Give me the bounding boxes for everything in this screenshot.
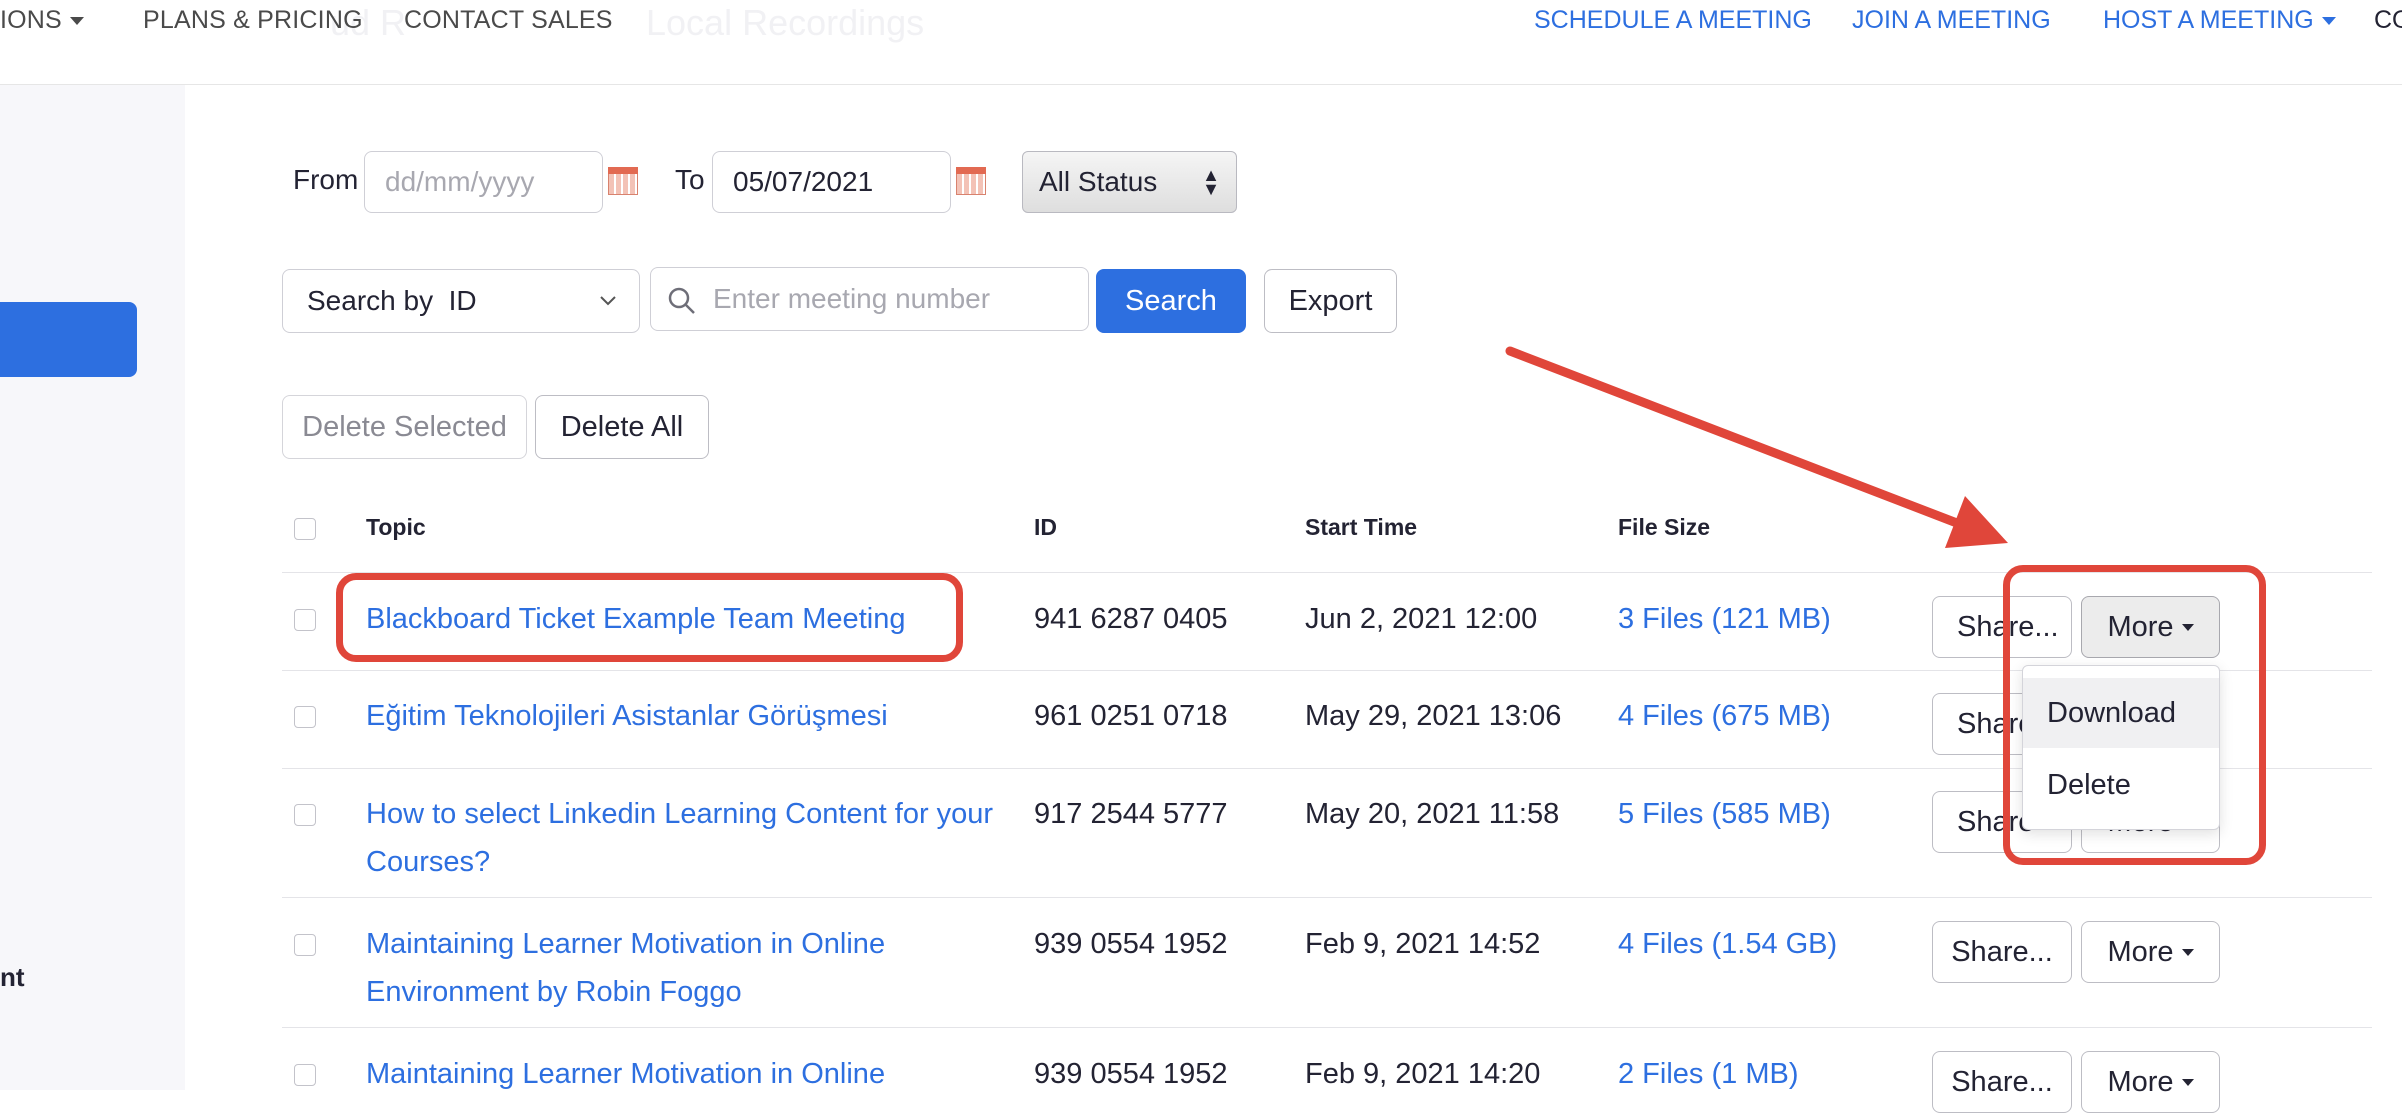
file-size-link[interactable]: 2 Files (1 MB) bbox=[1618, 1050, 1798, 1098]
annotation-arrow-icon bbox=[1505, 346, 2008, 548]
annotation-highlight-topic bbox=[336, 573, 963, 662]
calendar-icon[interactable] bbox=[608, 167, 638, 195]
row-checkbox[interactable] bbox=[294, 1064, 316, 1086]
row-checkbox[interactable] bbox=[294, 804, 316, 826]
start-time: May 20, 2021 11:58 bbox=[1305, 798, 1560, 830]
more-button[interactable]: More bbox=[2081, 921, 2220, 983]
chevron-down-icon bbox=[69, 17, 84, 26]
search-by-value: Search by ID bbox=[307, 285, 477, 316]
annotation-highlight-more-menu bbox=[2003, 565, 2266, 865]
file-size-link[interactable]: 3 Files (121 MB) bbox=[1618, 595, 1831, 643]
nav-schedule-meeting[interactable]: SCHEDULE A MEETING bbox=[1534, 6, 1812, 35]
calendar-icon[interactable] bbox=[956, 167, 986, 195]
start-time: Jun 2, 2021 12:00 bbox=[1305, 603, 1538, 635]
caret-down-icon bbox=[2181, 948, 2194, 956]
nav-join-meeting[interactable]: JOIN A MEETING bbox=[1852, 6, 2051, 35]
meeting-number-input[interactable] bbox=[705, 268, 1085, 330]
top-nav-bar: ud R Local Recordings IONS PLANS & PRICI… bbox=[0, 0, 2402, 85]
search-field[interactable] bbox=[650, 267, 1089, 331]
nav-host-meeting[interactable]: HOST A MEETING bbox=[2103, 6, 2336, 35]
share-button[interactable]: Share... bbox=[1932, 1051, 2072, 1113]
meeting-id: 941 6287 0405 bbox=[1034, 603, 1228, 635]
column-header-start-time[interactable]: Start Time bbox=[1305, 514, 1417, 541]
recording-topic-link[interactable]: Eğitim Teknolojileri Asistanlar Görüşmes… bbox=[366, 692, 888, 740]
recording-topic-link[interactable]: How to select Linkedin Learning Content … bbox=[366, 790, 993, 886]
chevron-down-icon bbox=[600, 296, 616, 306]
start-time: May 29, 2021 13:06 bbox=[1305, 700, 1562, 732]
chevron-down-icon bbox=[2321, 17, 2336, 26]
more-button-label: More bbox=[2107, 1065, 2174, 1098]
background-tab-local-recordings: Local Recordings bbox=[646, 2, 925, 43]
file-size-link[interactable]: 4 Files (1.54 GB) bbox=[1618, 920, 1837, 968]
from-date-input[interactable] bbox=[364, 151, 603, 213]
meeting-id: 961 0251 0718 bbox=[1034, 700, 1228, 732]
row-checkbox[interactable] bbox=[294, 934, 316, 956]
export-button[interactable]: Export bbox=[1264, 269, 1397, 333]
to-date-input[interactable] bbox=[712, 151, 951, 213]
file-size-link[interactable]: 5 Files (585 MB) bbox=[1618, 790, 1831, 838]
updown-arrows-icon: ▲ ▼ bbox=[1202, 165, 1220, 199]
start-time: Feb 9, 2021 14:20 bbox=[1305, 1058, 1541, 1090]
divider bbox=[282, 897, 2372, 898]
nav-host-meeting-label: HOST A MEETING bbox=[2103, 6, 2314, 34]
to-label: To bbox=[675, 164, 705, 195]
nav-edge-fragment: CO bbox=[2374, 6, 2402, 34]
meeting-id: 939 0554 1952 bbox=[1034, 928, 1228, 960]
from-label: From bbox=[293, 164, 359, 195]
topic-line: Environment by Robin Foggo bbox=[366, 976, 742, 1008]
topic-line: Maintaining Learner Motivation in Online bbox=[366, 928, 886, 960]
share-button[interactable]: Share... bbox=[1932, 921, 2072, 983]
search-by-select[interactable]: Search by ID bbox=[282, 269, 640, 333]
delete-all-button[interactable]: Delete All bbox=[535, 395, 709, 459]
meeting-id: 939 0554 1952 bbox=[1034, 1058, 1228, 1090]
nav-solutions-label: IONS bbox=[0, 6, 62, 34]
status-select[interactable]: All Status ▲ ▼ bbox=[1022, 151, 1237, 213]
recording-topic-link[interactable]: Maintaining Learner Motivation in Online… bbox=[366, 920, 885, 1016]
more-button-label: More bbox=[2107, 935, 2174, 968]
topic-line: Courses? bbox=[366, 846, 491, 878]
status-select-value: All Status bbox=[1039, 166, 1158, 197]
file-size-link[interactable]: 4 Files (675 MB) bbox=[1618, 692, 1831, 740]
delete-selected-button[interactable]: Delete Selected bbox=[282, 395, 527, 459]
row-checkbox[interactable] bbox=[294, 706, 316, 728]
start-time: Feb 9, 2021 14:52 bbox=[1305, 928, 1541, 960]
column-header-topic[interactable]: Topic bbox=[366, 514, 426, 541]
meeting-id: 917 2544 5777 bbox=[1034, 798, 1228, 830]
recording-topic-link[interactable]: Maintaining Learner Motivation in Online bbox=[366, 1050, 885, 1098]
sidebar-item-recordings[interactable] bbox=[0, 302, 137, 377]
caret-down-icon bbox=[2181, 1078, 2194, 1086]
topic-line: How to select Linkedin Learning Content … bbox=[366, 798, 994, 830]
nav-solutions[interactable]: IONS bbox=[0, 6, 84, 35]
more-button[interactable]: More bbox=[2081, 1051, 2220, 1113]
nav-contact-sales[interactable]: CONTACT SALES bbox=[404, 6, 613, 35]
search-icon bbox=[668, 287, 695, 314]
nav-plans-pricing[interactable]: PLANS & PRICING bbox=[143, 6, 363, 35]
select-all-checkbox[interactable] bbox=[294, 518, 316, 540]
divider bbox=[282, 1027, 2372, 1028]
column-header-id: ID bbox=[1034, 514, 1057, 540]
sidebar-item-label-fragment[interactable]: nt bbox=[0, 962, 25, 993]
search-button[interactable]: Search bbox=[1096, 269, 1246, 333]
row-checkbox[interactable] bbox=[294, 609, 316, 631]
sidebar: nt bbox=[0, 85, 185, 1090]
